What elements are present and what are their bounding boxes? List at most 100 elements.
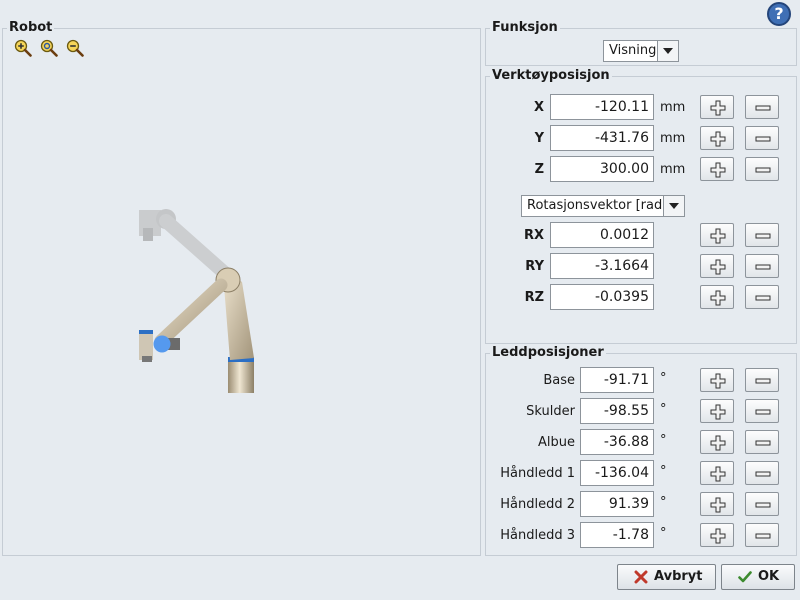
minus-icon bbox=[755, 295, 771, 301]
base-plus-button[interactable] bbox=[700, 368, 734, 392]
shoulder-field[interactable]: -98.55 bbox=[580, 398, 654, 424]
minus-icon bbox=[755, 264, 771, 270]
base-field[interactable]: -91.71 bbox=[580, 367, 654, 393]
plus-icon bbox=[710, 131, 726, 147]
minus-icon bbox=[755, 105, 771, 111]
wrist-1-minus-button[interactable] bbox=[745, 461, 779, 485]
x-field[interactable]: -120.11 bbox=[550, 94, 654, 120]
minus-icon bbox=[755, 502, 771, 508]
z-plus-button[interactable] bbox=[700, 157, 734, 181]
rz-minus-button[interactable] bbox=[745, 285, 779, 309]
base-unit: ° bbox=[660, 371, 667, 386]
axis-label-rz: RZ bbox=[524, 290, 544, 305]
minus-icon bbox=[755, 136, 771, 142]
function-panel-title: Funksjon bbox=[490, 20, 560, 36]
wrist-1-field[interactable]: -136.04 bbox=[580, 460, 654, 486]
rotation-mode-value: Rotasjonsvektor [rad] bbox=[527, 198, 668, 213]
ry-field[interactable]: -3.1664 bbox=[550, 253, 654, 279]
cancel-button-label: Avbryt bbox=[654, 569, 703, 584]
wrist-2-field[interactable]: 91.39 bbox=[580, 491, 654, 517]
wrist-1-plus-button[interactable] bbox=[700, 461, 734, 485]
plus-icon bbox=[710, 100, 726, 116]
ok-button[interactable]: OK bbox=[721, 564, 795, 590]
axis-label-z: Z bbox=[534, 162, 544, 177]
shoulder-minus-button[interactable] bbox=[745, 399, 779, 423]
tool-position-title: Verktøyposisjon bbox=[490, 68, 612, 84]
z-field[interactable]: 300.00 bbox=[550, 156, 654, 182]
plus-icon bbox=[710, 290, 726, 306]
function-select-value: Visning bbox=[609, 43, 657, 58]
minus-icon bbox=[755, 440, 771, 446]
help-button[interactable]: ? bbox=[767, 2, 791, 26]
joint-label-shoulder: Skulder bbox=[526, 404, 575, 419]
minus-icon bbox=[755, 378, 771, 384]
z-unit: mm bbox=[660, 162, 686, 177]
wrist-2-minus-button[interactable] bbox=[745, 492, 779, 516]
axis-label-y: Y bbox=[534, 131, 544, 146]
elbow-unit: ° bbox=[660, 433, 667, 448]
wrist-3-plus-button[interactable] bbox=[700, 523, 734, 547]
checkmark-icon bbox=[738, 571, 752, 583]
tcp-marker[interactable] bbox=[153, 335, 171, 353]
y-field[interactable]: -431.76 bbox=[550, 125, 654, 151]
axis-label-x: X bbox=[533, 100, 544, 115]
joint-label-base: Base bbox=[543, 373, 575, 388]
wrist-2-plus-button[interactable] bbox=[700, 492, 734, 516]
rx-field[interactable]: 0.0012 bbox=[550, 222, 654, 248]
x-unit: mm bbox=[660, 100, 686, 115]
wrist-2-unit: ° bbox=[660, 495, 667, 510]
plus-icon bbox=[710, 162, 726, 178]
shoulder-plus-button[interactable] bbox=[700, 399, 734, 423]
plus-icon bbox=[710, 404, 726, 420]
y-plus-button[interactable] bbox=[700, 126, 734, 150]
minus-icon bbox=[755, 167, 771, 173]
joint-label-wrist-2: Håndledd 2 bbox=[500, 497, 575, 512]
z-minus-button[interactable] bbox=[745, 157, 779, 181]
y-unit: mm bbox=[660, 131, 686, 146]
ok-button-label: OK bbox=[758, 569, 780, 584]
minus-icon bbox=[755, 409, 771, 415]
axis-label-rx: RX bbox=[523, 228, 544, 243]
elbow-plus-button[interactable] bbox=[700, 430, 734, 454]
minus-icon bbox=[755, 471, 771, 477]
wrist-3-field[interactable]: -1.78 bbox=[580, 522, 654, 548]
plus-icon bbox=[710, 497, 726, 513]
robot-ghost-pose bbox=[139, 209, 235, 283]
close-icon bbox=[634, 570, 648, 584]
joint-label-wrist-1: Håndledd 1 bbox=[500, 466, 575, 481]
plus-icon bbox=[710, 373, 726, 389]
y-minus-button[interactable] bbox=[745, 126, 779, 150]
robot-model bbox=[139, 267, 254, 393]
joint-label-elbow: Albue bbox=[538, 435, 575, 450]
elbow-minus-button[interactable] bbox=[745, 430, 779, 454]
chevron-down-icon bbox=[657, 41, 678, 61]
wrist-1-unit: ° bbox=[660, 464, 667, 479]
joint-positions-title: Leddposisjoner bbox=[490, 345, 606, 361]
chevron-down-icon bbox=[663, 196, 684, 216]
base-minus-button[interactable] bbox=[745, 368, 779, 392]
plus-icon bbox=[710, 435, 726, 451]
x-minus-button[interactable] bbox=[745, 95, 779, 119]
x-plus-button[interactable] bbox=[700, 95, 734, 119]
rotation-mode-select[interactable]: Rotasjonsvektor [rad] bbox=[521, 195, 685, 217]
ry-plus-button[interactable] bbox=[700, 254, 734, 278]
wrist-3-minus-button[interactable] bbox=[745, 523, 779, 547]
plus-icon bbox=[710, 228, 726, 244]
ry-minus-button[interactable] bbox=[745, 254, 779, 278]
robot-panel-title: Robot bbox=[7, 20, 55, 36]
function-select[interactable]: Visning bbox=[603, 40, 679, 62]
cancel-button[interactable]: Avbryt bbox=[617, 564, 716, 590]
rz-plus-button[interactable] bbox=[700, 285, 734, 309]
elbow-field[interactable]: -36.88 bbox=[580, 429, 654, 455]
rz-field[interactable]: -0.0395 bbox=[550, 284, 654, 310]
rx-plus-button[interactable] bbox=[700, 223, 734, 247]
shoulder-unit: ° bbox=[660, 402, 667, 417]
wrist-3-unit: ° bbox=[660, 526, 667, 541]
robot-3d-view[interactable] bbox=[6, 38, 476, 552]
minus-icon bbox=[755, 533, 771, 539]
plus-icon bbox=[710, 528, 726, 544]
rx-minus-button[interactable] bbox=[745, 223, 779, 247]
minus-icon bbox=[755, 233, 771, 239]
axis-label-ry: RY bbox=[525, 259, 544, 274]
plus-icon bbox=[710, 259, 726, 275]
